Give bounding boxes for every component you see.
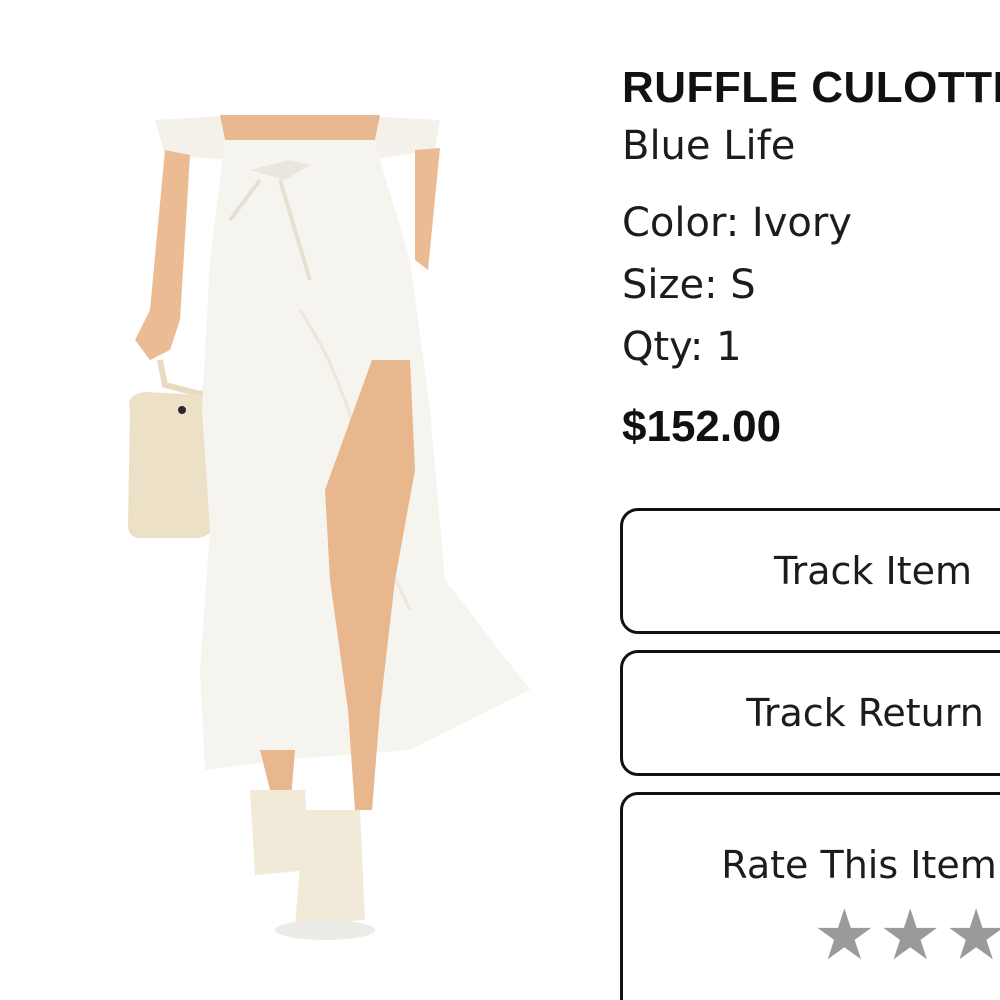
star-rating[interactable]: ★ ★ ★ ★ ★ [813,895,1000,975]
product-details: RUFFLE CULOTTE Blue Life Color: Ivory Si… [622,60,1000,456]
color-attribute: Color: Ivory [622,200,852,246]
star-icon[interactable]: ★ [879,895,942,975]
star-icon[interactable]: ★ [813,895,876,975]
rate-item-label: Rate This Item [721,843,997,887]
product-name[interactable]: RUFFLE CULOTTE [622,60,1000,116]
track-return-button[interactable]: Track Return [620,650,1000,776]
price: $152.00 [622,402,782,451]
star-icon[interactable]: ★ [945,895,1000,975]
track-return-label: Track Return [746,691,984,735]
track-item-button[interactable]: Track Item [620,508,1000,634]
quantity-attribute: Qty: 1 [622,324,742,370]
order-actions: Track Item Track Return Rate This Item ★… [620,508,1000,1000]
order-item-page: RUFFLE CULOTTE Blue Life Color: Ivory Si… [0,0,1000,1000]
product-image [110,110,550,950]
track-item-label: Track Item [773,549,972,593]
size-attribute: Size: S [622,262,756,308]
brand-name[interactable]: Blue Life [622,118,1000,174]
rate-item-card[interactable]: Rate This Item ★ ★ ★ ★ ★ [620,792,1000,1000]
